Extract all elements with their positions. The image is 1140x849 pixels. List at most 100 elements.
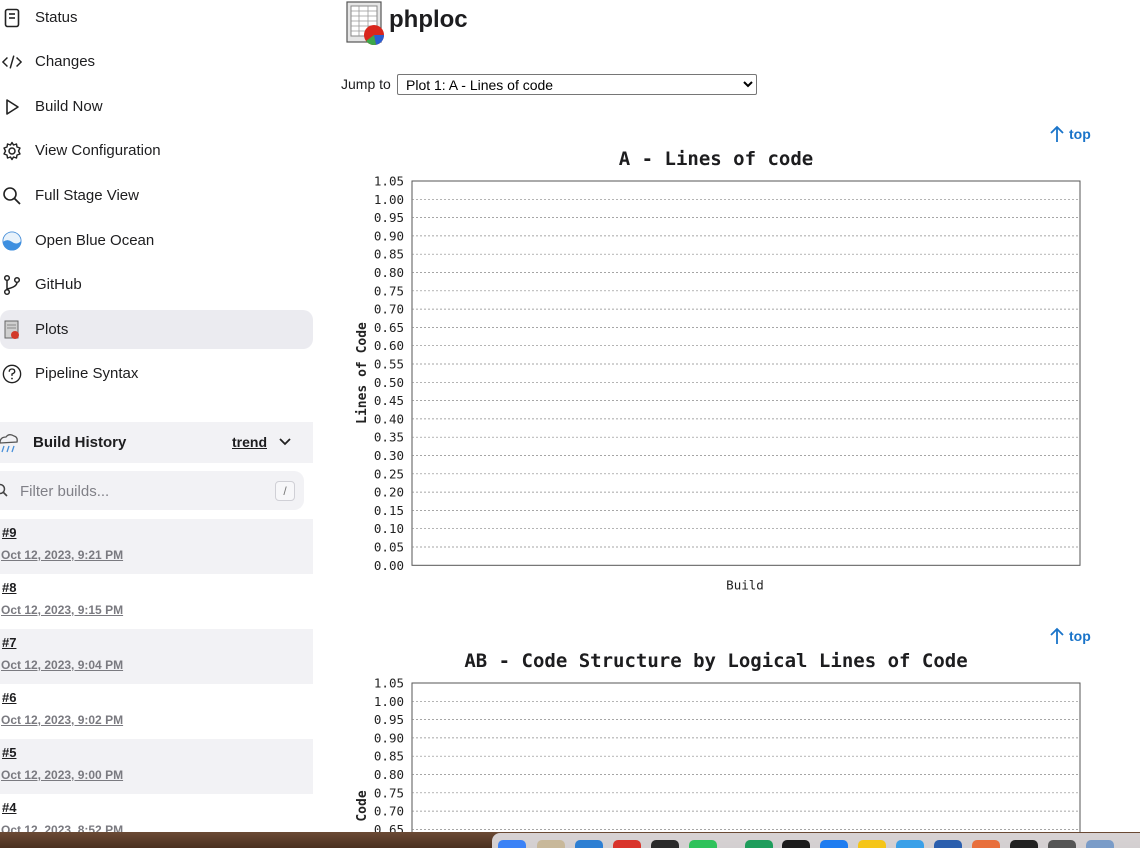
build-row[interactable]: #8 Oct 12, 2023, 9:15 PM bbox=[0, 574, 313, 629]
sidebar-item-label: View Configuration bbox=[35, 142, 161, 159]
build-date-link[interactable]: Oct 12, 2023, 9:04 PM bbox=[1, 658, 123, 672]
arrow-up-icon bbox=[1050, 627, 1064, 644]
y-tick-label: 0.60 bbox=[374, 338, 404, 353]
y-tick-label: 0.55 bbox=[374, 357, 404, 372]
y-tick-label: 0.00 bbox=[374, 558, 404, 573]
y-tick-label: 0.70 bbox=[374, 302, 404, 317]
app-icon[interactable] bbox=[1010, 840, 1038, 848]
y-tick-label: 0.40 bbox=[374, 411, 404, 426]
sidebar-item-label: Changes bbox=[35, 53, 96, 70]
chart-title: A - Lines of code bbox=[618, 148, 814, 170]
app-icon[interactable] bbox=[1086, 840, 1114, 848]
build-row[interactable]: #5 Oct 12, 2023, 9:00 PM bbox=[0, 739, 313, 794]
build-row[interactable]: #6 Oct 12, 2023, 9:02 PM bbox=[0, 684, 313, 739]
filter-builds: / bbox=[0, 471, 304, 510]
gear-icon bbox=[2, 141, 22, 161]
chevron-down-icon[interactable] bbox=[278, 435, 292, 454]
sidebar-item-open-blue-ocean[interactable]: Open Blue Ocean bbox=[0, 221, 313, 260]
sidebar-item-github[interactable]: GitHub bbox=[0, 265, 313, 304]
build-number-link[interactable]: #4 bbox=[2, 800, 16, 815]
weather-icon bbox=[0, 431, 18, 460]
build-history-header: Build History trend bbox=[0, 422, 313, 463]
y-tick-label: 0.10 bbox=[374, 521, 404, 536]
filter-builds-input[interactable] bbox=[18, 479, 262, 503]
y-axis-label: Lines of Code bbox=[355, 322, 370, 424]
help-icon bbox=[2, 364, 22, 384]
sidebar-item-label: Status bbox=[35, 9, 78, 26]
y-tick-label: 0.95 bbox=[374, 210, 404, 225]
page-title: phploc bbox=[389, 6, 468, 33]
build-number-link[interactable]: #8 bbox=[2, 580, 16, 595]
app-icon[interactable] bbox=[745, 840, 773, 848]
y-tick-label: 0.75 bbox=[374, 283, 404, 298]
blue-ocean-icon bbox=[2, 230, 22, 251]
y-tick-label: 0.85 bbox=[374, 749, 404, 764]
sidebar-item-label: Pipeline Syntax bbox=[35, 365, 139, 382]
y-tick-label: 0.90 bbox=[374, 228, 404, 243]
x-axis-label: Build bbox=[726, 577, 764, 592]
app-icon[interactable] bbox=[896, 840, 924, 848]
build-date-link[interactable]: Oct 12, 2023, 9:15 PM bbox=[1, 603, 123, 617]
y-tick-label: 0.15 bbox=[374, 503, 404, 518]
build-date-link[interactable]: Oct 12, 2023, 9:00 PM bbox=[1, 768, 123, 782]
sidebar-item-view-configuration[interactable]: View Configuration bbox=[0, 131, 313, 170]
trend-link[interactable]: trend bbox=[232, 434, 267, 450]
build-history-title: Build History bbox=[33, 434, 127, 451]
jump-to-select[interactable]: Plot 1: A - Lines of code bbox=[397, 74, 757, 95]
terminal-app-icon[interactable] bbox=[782, 840, 810, 848]
y-tick-label: 0.70 bbox=[374, 804, 404, 819]
app-icon[interactable] bbox=[651, 840, 679, 848]
search-icon bbox=[2, 186, 22, 206]
app-icon[interactable] bbox=[1048, 840, 1076, 848]
plot-area bbox=[411, 180, 1081, 566]
app-icon[interactable] bbox=[972, 840, 1000, 848]
y-tick-label: 0.80 bbox=[374, 767, 404, 782]
sidebar-item-status[interactable]: Status bbox=[0, 0, 313, 37]
sidebar-item-pipeline-syntax[interactable]: Pipeline Syntax bbox=[0, 354, 313, 393]
search-icon bbox=[0, 482, 8, 503]
sidebar-item-label: GitHub bbox=[35, 276, 82, 293]
app-icon[interactable] bbox=[537, 840, 565, 848]
build-number-link[interactable]: #5 bbox=[2, 745, 16, 760]
plot-area bbox=[411, 682, 1081, 832]
sidebar-item-full-stage-view[interactable]: Full Stage View bbox=[0, 176, 313, 215]
app-icon[interactable] bbox=[820, 840, 848, 848]
build-date-link[interactable]: Oct 12, 2023, 9:21 PM bbox=[1, 548, 123, 562]
notes-app-icon[interactable] bbox=[858, 840, 886, 848]
sidebar-item-changes[interactable]: Changes bbox=[0, 42, 313, 81]
document-icon bbox=[2, 8, 22, 28]
y-tick-label: 0.65 bbox=[374, 822, 404, 832]
top-link[interactable]: top bbox=[1049, 125, 1091, 143]
build-date-link[interactable]: Oct 12, 2023, 9:02 PM bbox=[1, 713, 123, 727]
filter-shortcut-key: / bbox=[275, 481, 295, 501]
plot-icon bbox=[2, 320, 22, 340]
app-icon[interactable] bbox=[934, 840, 962, 848]
app-icon[interactable] bbox=[613, 840, 641, 848]
build-row[interactable]: #7 Oct 12, 2023, 9:04 PM bbox=[0, 629, 313, 684]
y-tick-label: 0.90 bbox=[374, 730, 404, 745]
top-link-label: top bbox=[1069, 126, 1091, 142]
build-number-link[interactable]: #9 bbox=[2, 525, 16, 540]
top-link[interactable]: top bbox=[1049, 627, 1091, 645]
y-tick-label: 0.25 bbox=[374, 466, 404, 481]
sidebar-item-label: Build Now bbox=[35, 98, 103, 115]
play-icon bbox=[2, 97, 22, 117]
y-tick-label: 0.65 bbox=[374, 320, 404, 335]
messages-app-icon[interactable] bbox=[689, 840, 717, 848]
plot-icon bbox=[346, 1, 388, 50]
build-row[interactable]: #9 Oct 12, 2023, 9:21 PM bbox=[0, 519, 313, 574]
y-tick-label: 0.45 bbox=[374, 393, 404, 408]
y-tick-label: 1.00 bbox=[374, 192, 404, 207]
chart-title: AB - Code Structure by Logical Lines of … bbox=[464, 650, 968, 672]
y-tick-label: 0.95 bbox=[374, 712, 404, 727]
sidebar-item-plots[interactable]: Plots bbox=[0, 310, 313, 349]
safari-app-icon[interactable] bbox=[575, 840, 603, 848]
code-icon bbox=[2, 52, 22, 72]
build-number-link[interactable]: #7 bbox=[2, 635, 16, 650]
finder-app-icon[interactable] bbox=[498, 840, 526, 848]
sidebar-item-build-now[interactable]: Build Now bbox=[0, 87, 313, 126]
chart-1: 0.00 0.05 0.10 0.15 0.20 0.25 0.30 0.35 0.40 0.45… bbox=[355, 174, 1081, 592]
chart-2: 0.65 0.70 0.75 0.80 0.85 0.90 0.95 1.00 1.05 Code bbox=[355, 676, 1081, 832]
build-number-link[interactable]: #6 bbox=[2, 690, 16, 705]
y-tick-label: 0.20 bbox=[374, 485, 404, 500]
